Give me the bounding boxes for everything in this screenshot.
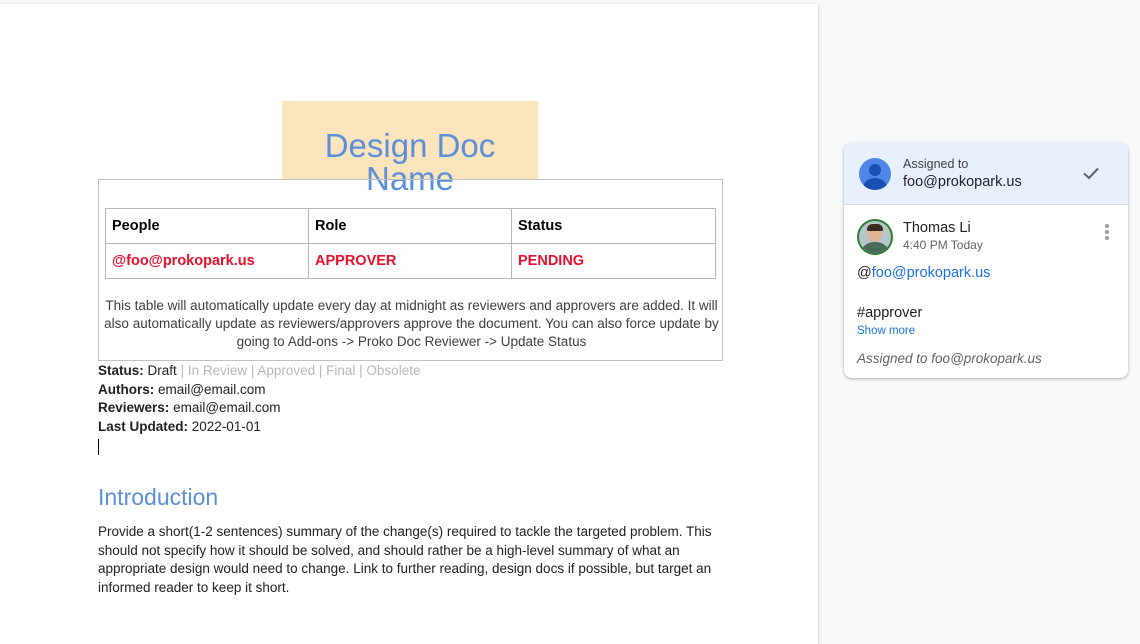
assigned-label: Assigned to bbox=[903, 157, 969, 171]
authors-value: email@email.com bbox=[158, 381, 266, 397]
status-table-container: People Role Status @foo@prokopark.us APP… bbox=[98, 179, 723, 361]
table-header-role: Role bbox=[308, 208, 512, 244]
person-avatar-icon bbox=[859, 158, 891, 190]
text-cursor bbox=[98, 439, 99, 455]
authors-line: Authors: email@email.com bbox=[98, 381, 420, 400]
reviewers-value: email@email.com bbox=[173, 400, 281, 415]
status-options: | In Review | Approved | Final | Obsolet… bbox=[180, 363, 421, 378]
authors-label: Authors: bbox=[98, 381, 155, 397]
show-more-link[interactable]: Show more bbox=[857, 325, 915, 337]
updated-label: Last Updated: bbox=[98, 418, 189, 434]
assigned-footer: Assigned to foo@prokopark.us bbox=[857, 351, 1042, 366]
reviewers-label: Reviewers: bbox=[98, 400, 170, 415]
check-icon[interactable] bbox=[1079, 161, 1103, 185]
updated-line: Last Updated: 2022-01-01 bbox=[98, 418, 420, 437]
document-page[interactable]: Design Doc Name People Role Status @foo@… bbox=[0, 4, 818, 644]
status-line: Status: Draft | In Review | Approved | F… bbox=[98, 362, 420, 381]
table-header-people: People bbox=[105, 208, 309, 244]
table-header-status: Status bbox=[511, 208, 716, 244]
comment-hashtag: #approver bbox=[857, 305, 923, 321]
reviewers-line: Reviewers: email@email.com bbox=[98, 399, 420, 418]
status-value: Draft bbox=[147, 363, 177, 378]
table-note: This table will automatically update eve… bbox=[104, 298, 719, 349]
table-row: @foo@prokopark.us APPROVER PENDING bbox=[105, 243, 716, 279]
avatar bbox=[857, 219, 893, 255]
commenter-name: Thomas Li bbox=[903, 220, 971, 236]
people-table: People Role Status @foo@prokopark.us APP… bbox=[105, 208, 716, 279]
table-cell-person[interactable]: @foo@prokopark.us bbox=[105, 243, 309, 279]
comment-card[interactable]: Assigned to foo@prokopark.us Thomas Li 4… bbox=[844, 143, 1128, 378]
table-cell-status: PENDING bbox=[511, 243, 716, 279]
status-label: Status: bbox=[98, 363, 144, 378]
doc-title[interactable]: Design Doc Name bbox=[282, 101, 538, 195]
more-vert-icon[interactable] bbox=[1102, 223, 1112, 243]
table-header-row: People Role Status bbox=[105, 208, 716, 244]
updated-value: 2022-01-01 bbox=[191, 418, 261, 434]
comment-mention: @foo@prokopark.us bbox=[857, 265, 990, 281]
intro-body: Provide a short(1-2 sentences) summary o… bbox=[98, 524, 712, 596]
assignment-header: Assigned to foo@prokopark.us bbox=[844, 143, 1128, 205]
comment-timestamp: 4:40 PM Today bbox=[903, 238, 983, 252]
table-cell-role: APPROVER bbox=[308, 243, 512, 279]
intro-heading: Introduction bbox=[98, 484, 219, 510]
assigned-email: foo@prokopark.us bbox=[903, 174, 1022, 190]
mention-at: @ bbox=[857, 265, 872, 281]
mention-link[interactable]: foo@prokopark.us bbox=[872, 265, 991, 281]
doc-metadata: Status: Draft | In Review | Approved | F… bbox=[98, 362, 420, 436]
